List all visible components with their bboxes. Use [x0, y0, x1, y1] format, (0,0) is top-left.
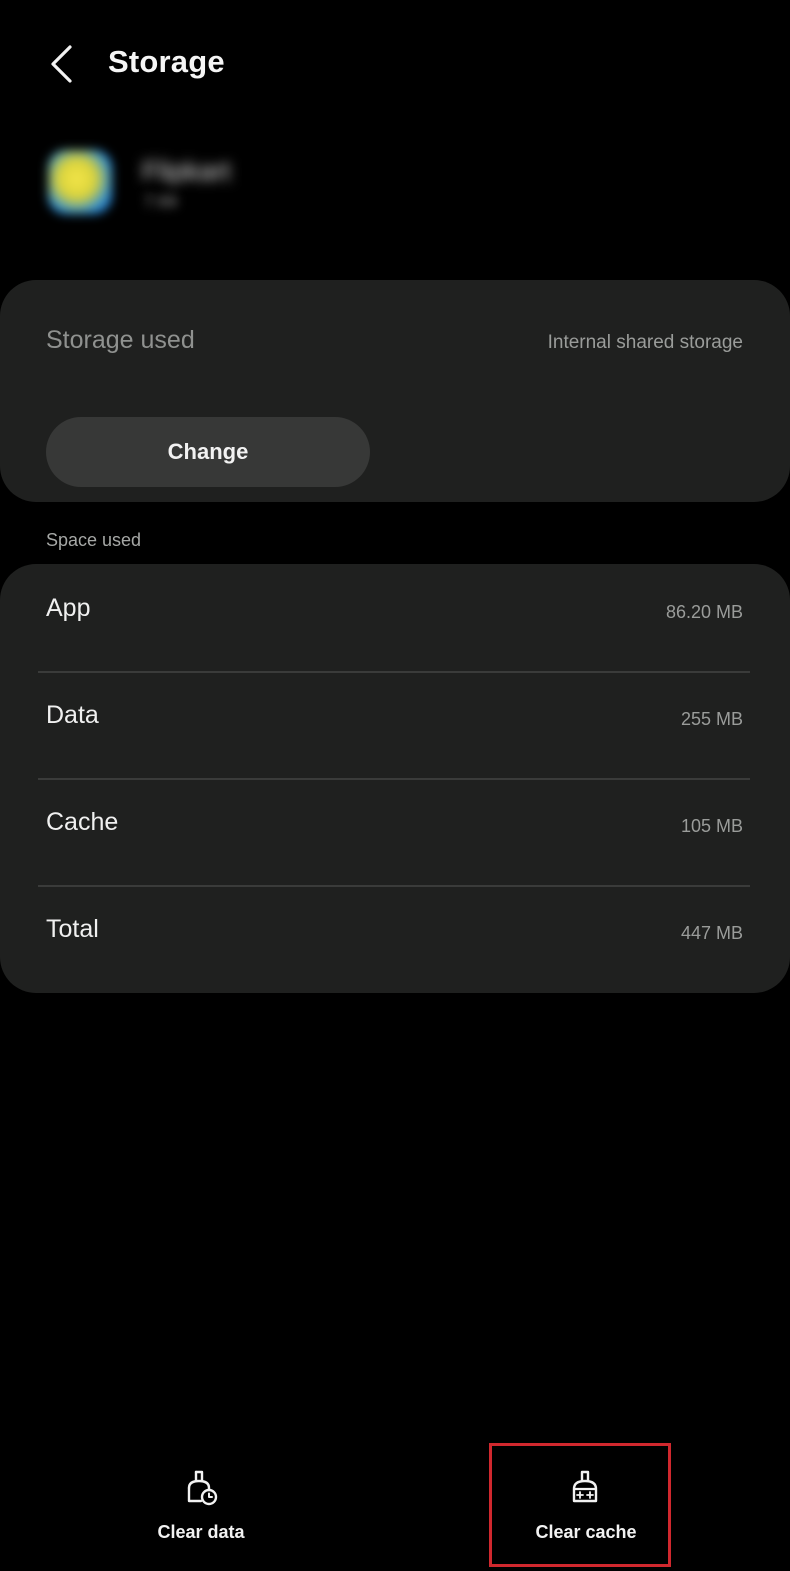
space-row-cache: Cache 105 MB	[0, 778, 790, 885]
app-icon	[48, 150, 112, 214]
back-arrow-icon	[51, 45, 72, 83]
space-row-total: Total 447 MB	[0, 885, 790, 992]
app-version: 7.69	[144, 192, 178, 211]
space-row-label: Total	[46, 915, 99, 943]
app-identity: Flipkart 7.69	[40, 140, 280, 230]
back-button[interactable]	[36, 36, 86, 92]
page-title: Storage	[108, 44, 225, 79]
space-used-card: App 86.20 MB Data 255 MB Cache 105 MB To…	[0, 564, 790, 993]
space-row-value: 255 MB	[680, 709, 743, 729]
app-name: Flipkart	[142, 156, 231, 186]
space-row-value: 86.20 MB	[665, 602, 743, 622]
change-storage-button[interactable]: Change	[46, 417, 370, 487]
space-row-label: Data	[46, 701, 99, 729]
storage-location-value: Internal shared storage	[547, 332, 743, 353]
space-row-label: Cache	[46, 808, 119, 836]
storage-used-label: Storage used	[46, 326, 195, 354]
space-row-app: App 86.20 MB	[0, 564, 790, 671]
app-bar: Storage	[0, 0, 790, 130]
space-row-value: 105 MB	[680, 816, 743, 836]
space-row-label: App	[46, 594, 91, 622]
storage-location-card: Storage used Internal shared storage Cha…	[0, 280, 790, 502]
space-row-value: 447 MB	[680, 923, 743, 943]
clear-data-brush-icon	[187, 1470, 218, 1506]
highlight-annotation-box	[489, 1443, 671, 1567]
space-row-data: Data 255 MB	[0, 671, 790, 778]
clear-data-label: Clear data	[157, 1522, 245, 1542]
clear-data-button[interactable]: Clear data	[106, 1450, 296, 1560]
space-used-section-title: Space used	[46, 530, 142, 550]
